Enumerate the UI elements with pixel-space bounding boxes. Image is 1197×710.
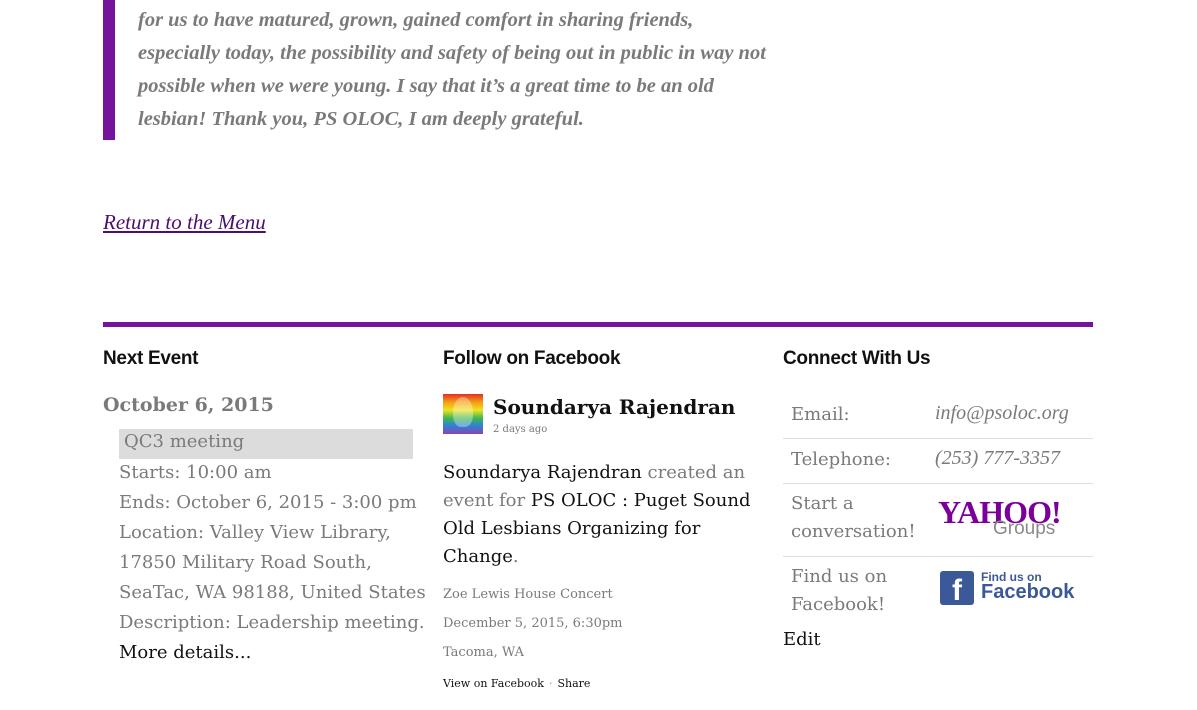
share-link[interactable]: Share — [557, 677, 590, 690]
event-details: Starts: 10:00 am Ends: October 6, 2015 -… — [119, 458, 426, 668]
fb-post-text-part: . — [512, 546, 519, 567]
event-name[interactable]: QC3 meeting — [124, 431, 244, 452]
fb-page-link[interactable]: Change — [443, 546, 513, 567]
facebook-label: Find us on Facebook! — [791, 563, 887, 619]
follow-facebook-title: Follow on Facebook — [443, 348, 621, 369]
fb-event-date: December 5, 2015, 6:30pm — [443, 616, 623, 631]
event-starts: Starts: 10:00 am — [119, 462, 272, 483]
fb-event-place: Tacoma, WA — [443, 645, 524, 660]
connect-row-yahoo: Start a conversation! YAHOO! Groups — [783, 484, 1093, 557]
email-label: Email: — [791, 404, 850, 425]
fb-post-text-part: created an — [641, 462, 746, 483]
event-location-line: SeaTac, WA 98188, United States — [119, 582, 426, 603]
return-to-menu-link[interactable]: Return to the Menu — [103, 210, 266, 235]
fb-post-author-link[interactable]: Soundarya Rajendran — [443, 462, 642, 483]
quote-text: for us to have matured, grown, gained co… — [138, 4, 778, 136]
event-description: Description: Leadership meeting. — [119, 612, 425, 633]
fb-page-link[interactable]: Old Lesbians Organizing for — [443, 518, 700, 539]
facebook-icon: f — [940, 571, 974, 605]
fb-page-link[interactable]: PS OLOC : Puget Sound — [531, 490, 751, 511]
yahoo-groups-logo[interactable]: YAHOO! Groups — [938, 496, 1078, 544]
quote-line: especially today, the possibility and sa… — [138, 42, 766, 64]
fb-author-name[interactable]: Soundarya Rajendran — [493, 395, 735, 419]
quote-line: lesbian! Thank you, PS OLOC, I am deeply… — [138, 108, 584, 130]
event-location-line: 17850 Military Road South, — [119, 552, 372, 573]
connect-row-email: Email: info@psoloc.org — [783, 394, 1093, 439]
fb-actions: View on Facebook · Share — [443, 677, 590, 690]
testimonial-quote: for us to have matured, grown, gained co… — [103, 0, 766, 140]
yahoo-groups-text: Groups — [993, 518, 1056, 539]
facebook-label-line: Facebook! — [791, 594, 886, 615]
event-location-line: Location: Valley View Library, — [119, 522, 391, 543]
fb-event-title[interactable]: Zoe Lewis House Concert — [443, 587, 613, 602]
connect-with-us-title: Connect With Us — [783, 348, 931, 369]
quote-accent-bar — [103, 0, 115, 140]
find-us-on-facebook-button[interactable]: f Find us on Facebook — [940, 569, 1075, 607]
facebook-label-line: Find us on — [791, 566, 888, 587]
view-on-facebook-link[interactable]: View on Facebook — [443, 677, 544, 690]
conversation-label-line: conversation! — [791, 521, 916, 542]
avatar[interactable] — [443, 394, 483, 434]
connect-table: Email: info@psoloc.org Telephone: (253) … — [783, 394, 1093, 629]
fb-post-text: Soundarya Rajendran created an event for… — [443, 459, 750, 571]
conversation-label-line: Start a — [791, 493, 854, 514]
quote-line: possible when we were young. I say that … — [138, 75, 714, 97]
connect-row-facebook: Find us on Facebook! f Find us on Facebo… — [783, 557, 1093, 629]
phone-label: Telephone: — [791, 449, 891, 470]
separator: · — [548, 677, 553, 690]
event-ends: Ends: October 6, 2015 - 3:00 pm — [119, 492, 417, 513]
connect-row-phone: Telephone: (253) 777-3357 — [783, 439, 1093, 484]
event-date: October 6, 2015 — [103, 394, 274, 416]
conversation-label: Start a conversation! — [791, 490, 916, 546]
quote-line: for us to have matured, grown, gained co… — [138, 9, 694, 31]
avatar-face — [453, 397, 473, 427]
fb-post-time[interactable]: 2 days ago — [493, 424, 547, 435]
next-event-title: Next Event — [103, 348, 199, 369]
email-link[interactable]: info@psoloc.org — [935, 402, 1069, 425]
phone-value: (253) 777-3357 — [935, 447, 1060, 469]
more-details-link[interactable]: More details... — [119, 638, 419, 668]
footer-divider — [103, 322, 1093, 327]
edit-link[interactable]: Edit — [783, 629, 821, 650]
fb-post-text-part: event for — [443, 490, 531, 511]
facebook-badge-big-text: Facebook — [981, 581, 1075, 603]
